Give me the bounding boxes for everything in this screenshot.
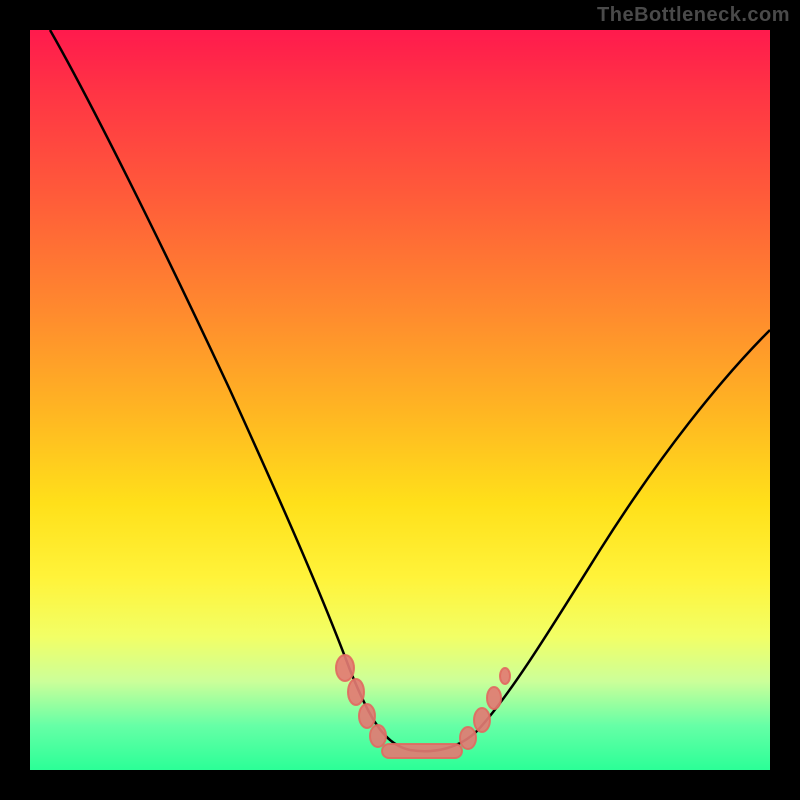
watermark-text: TheBottleneck.com — [597, 4, 790, 27]
bottleneck-curve — [50, 30, 770, 751]
marker-cluster-right — [460, 668, 510, 749]
marker-flat-bottom — [382, 744, 462, 758]
chart-svg — [30, 30, 770, 770]
marker-cluster-left — [336, 655, 386, 747]
chart-frame: TheBottleneck.com — [0, 0, 800, 800]
plot-area — [30, 30, 770, 770]
